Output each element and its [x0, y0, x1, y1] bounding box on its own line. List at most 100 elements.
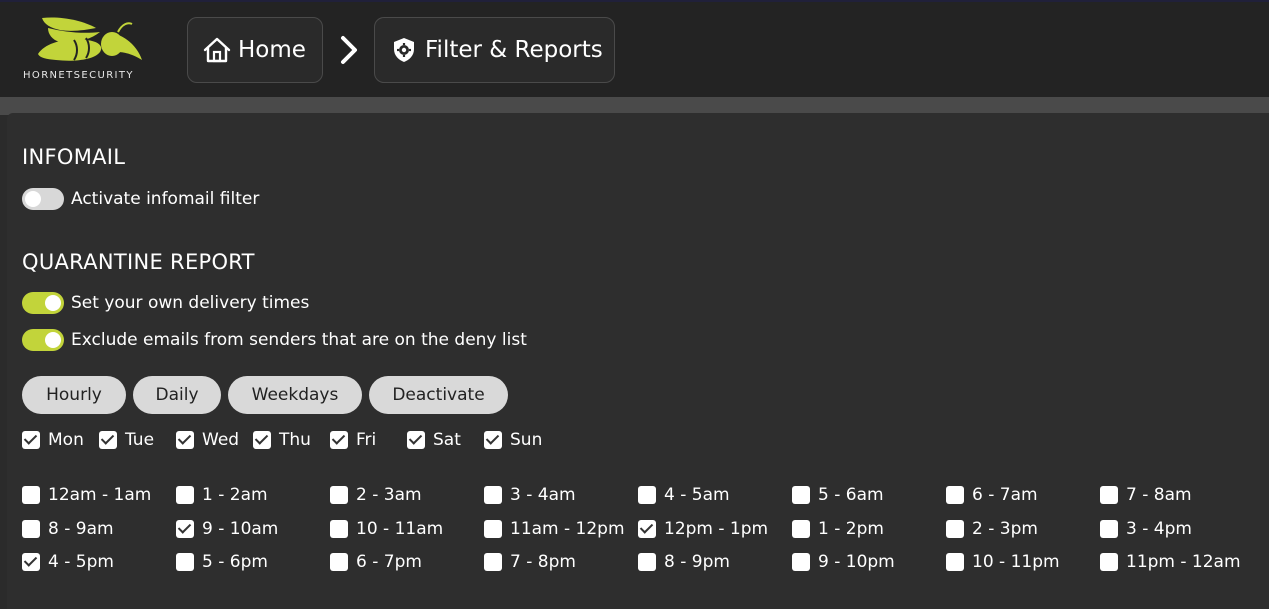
- preset-weekdays-button[interactable]: Weekdays: [228, 376, 362, 414]
- time-slot-checkbox[interactable]: [1100, 520, 1118, 538]
- time-slot[interactable]: 7 - 8pm: [484, 552, 576, 572]
- preset-hourly-button[interactable]: Hourly: [22, 376, 126, 414]
- time-slot-label: 12am - 1am: [48, 485, 152, 505]
- day-sun[interactable]: Sun: [484, 430, 542, 450]
- time-slot-checkbox[interactable]: [1100, 553, 1118, 571]
- time-slot-checkbox[interactable]: [176, 520, 194, 538]
- time-slot-checkbox[interactable]: [330, 486, 348, 504]
- time-slot-checkbox[interactable]: [946, 553, 964, 571]
- time-slot[interactable]: 5 - 6am: [792, 485, 884, 505]
- time-slot-label: 9 - 10am: [202, 519, 279, 539]
- day-sat-checkbox[interactable]: [407, 431, 425, 449]
- time-slot-checkbox[interactable]: [792, 486, 810, 504]
- own-delivery-times-row: Set your own delivery times: [22, 292, 309, 314]
- preset-daily-button[interactable]: Daily: [133, 376, 221, 414]
- breadcrumb-filter-reports-label: Filter & Reports: [425, 37, 603, 63]
- time-slot-label: 9 - 10pm: [818, 552, 895, 572]
- time-slot-label: 1 - 2pm: [818, 519, 884, 539]
- time-slot-checkbox[interactable]: [638, 520, 656, 538]
- time-slot-checkbox[interactable]: [946, 520, 964, 538]
- time-slot[interactable]: 6 - 7am: [946, 485, 1038, 505]
- time-slot-label: 6 - 7pm: [356, 552, 422, 572]
- time-slot[interactable]: 7 - 8am: [1100, 485, 1192, 505]
- time-slot-label: 10 - 11am: [356, 519, 444, 539]
- day-label: Tue: [125, 430, 155, 450]
- time-slot-label: 3 - 4am: [510, 485, 576, 505]
- time-slot-checkbox[interactable]: [484, 520, 502, 538]
- time-slot-checkbox[interactable]: [330, 553, 348, 571]
- day-wed[interactable]: Wed: [176, 430, 239, 450]
- time-slot-checkbox[interactable]: [946, 486, 964, 504]
- own-delivery-times-toggle[interactable]: [22, 292, 64, 314]
- time-slot-checkbox[interactable]: [638, 553, 656, 571]
- exclude-deny-list-row: Exclude emails from senders that are on …: [22, 329, 527, 351]
- time-slot[interactable]: 3 - 4pm: [1100, 519, 1192, 539]
- day-fri-checkbox[interactable]: [330, 431, 348, 449]
- time-slot[interactable]: 3 - 4am: [484, 485, 576, 505]
- time-slot[interactable]: 2 - 3pm: [946, 519, 1038, 539]
- day-label: Fri: [356, 430, 377, 450]
- exclude-deny-list-label: Exclude emails from senders that are on …: [71, 330, 527, 350]
- hornetsecurity-logo[interactable]: HORNETSECURITY: [20, 14, 160, 86]
- day-mon[interactable]: Mon: [22, 430, 84, 450]
- time-slot-checkbox[interactable]: [638, 486, 656, 504]
- time-slot-checkbox[interactable]: [176, 553, 194, 571]
- time-slot-label: 8 - 9pm: [664, 552, 730, 572]
- time-slot[interactable]: 11pm - 12am: [1100, 552, 1241, 572]
- day-label: Sat: [433, 430, 461, 450]
- shield-gear-icon: [394, 38, 414, 62]
- day-fri[interactable]: Fri: [330, 430, 376, 450]
- time-slot[interactable]: 10 - 11am: [330, 519, 443, 539]
- time-slot[interactable]: 4 - 5pm: [22, 552, 114, 572]
- time-slot[interactable]: 11am - 12pm: [484, 519, 625, 539]
- time-slot-label: 7 - 8pm: [510, 552, 576, 572]
- time-slot[interactable]: 1 - 2am: [176, 485, 268, 505]
- time-slot[interactable]: 5 - 6pm: [176, 552, 268, 572]
- time-slot[interactable]: 4 - 5am: [638, 485, 730, 505]
- time-slot[interactable]: 2 - 3am: [330, 485, 422, 505]
- time-slot[interactable]: 8 - 9pm: [638, 552, 730, 572]
- time-slot-checkbox[interactable]: [1100, 486, 1118, 504]
- time-slot-checkbox[interactable]: [22, 486, 40, 504]
- time-slot-checkbox[interactable]: [330, 520, 348, 538]
- time-slot[interactable]: 9 - 10pm: [792, 552, 895, 572]
- time-slot-checkbox[interactable]: [22, 553, 40, 571]
- time-slot-label: 3 - 4pm: [1126, 519, 1192, 539]
- breadcrumb-home[interactable]: Home: [187, 17, 323, 83]
- preset-deactivate-button[interactable]: Deactivate: [369, 376, 508, 414]
- time-slot[interactable]: 10 - 11pm: [946, 552, 1060, 572]
- day-thu-checkbox[interactable]: [253, 431, 271, 449]
- day-sat[interactable]: Sat: [407, 430, 461, 450]
- time-slot-checkbox[interactable]: [22, 520, 40, 538]
- day-wed-checkbox[interactable]: [176, 431, 194, 449]
- day-tue-checkbox[interactable]: [99, 431, 117, 449]
- infomail-filter-label: Activate infomail filter: [71, 189, 260, 209]
- time-slot-label: 8 - 9am: [48, 519, 114, 539]
- time-slot-checkbox[interactable]: [484, 486, 502, 504]
- toggle-knob: [45, 332, 61, 348]
- time-slot-checkbox[interactable]: [176, 486, 194, 504]
- infomail-filter-toggle[interactable]: [22, 188, 64, 210]
- time-slot-checkbox[interactable]: [792, 553, 810, 571]
- time-slot-checkbox[interactable]: [792, 520, 810, 538]
- time-slot-label: 11pm - 12am: [1126, 552, 1241, 572]
- time-slot-label: 4 - 5am: [664, 485, 730, 505]
- time-slot-checkbox[interactable]: [484, 553, 502, 571]
- day-mon-checkbox[interactable]: [22, 431, 40, 449]
- day-tue[interactable]: Tue: [99, 430, 154, 450]
- breadcrumb-filter-reports[interactable]: Filter & Reports: [374, 17, 615, 83]
- time-slot[interactable]: 12am - 1am: [22, 485, 151, 505]
- time-slot[interactable]: 8 - 9am: [22, 519, 114, 539]
- breadcrumb-home-label: Home: [238, 37, 306, 63]
- time-slot[interactable]: 6 - 7pm: [330, 552, 422, 572]
- time-slot-label: 7 - 8am: [1126, 485, 1192, 505]
- day-label: Mon: [48, 430, 84, 450]
- time-slot[interactable]: 12pm - 1pm: [638, 519, 768, 539]
- time-slot[interactable]: 9 - 10am: [176, 519, 278, 539]
- time-slot[interactable]: 1 - 2pm: [792, 519, 884, 539]
- time-slot-label: 2 - 3am: [356, 485, 422, 505]
- logo-text: HORNETSECURITY: [23, 70, 134, 81]
- day-sun-checkbox[interactable]: [484, 431, 502, 449]
- exclude-deny-list-toggle[interactable]: [22, 329, 64, 351]
- day-thu[interactable]: Thu: [253, 430, 311, 450]
